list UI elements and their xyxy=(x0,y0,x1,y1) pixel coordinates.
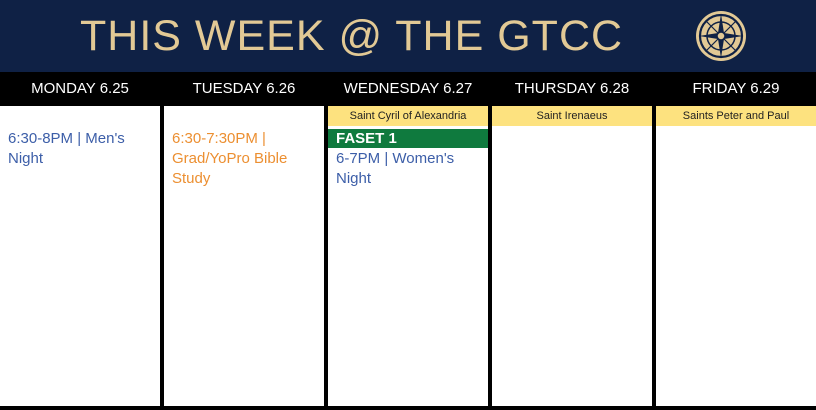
day-body: 6:30-8PM | Men's Night xyxy=(0,106,160,406)
day-body: Saint Irenaeus xyxy=(492,106,652,406)
day-body: Saints Peter and Paul xyxy=(656,106,816,406)
day-body: 6:30-7:30PM | Grad/YoPro Bible Study xyxy=(164,106,324,406)
day-header: MONDAY 6.25 xyxy=(0,72,160,106)
page-title: THIS WEEK @ THE GTCC xyxy=(80,12,624,60)
day-header: FRIDAY 6.29 xyxy=(656,72,816,106)
highlight-event-bar[interactable]: FASET 1 xyxy=(328,129,488,148)
day-header: TUESDAY 6.26 xyxy=(164,72,324,106)
compass-rose-icon xyxy=(696,11,746,61)
header-banner: THIS WEEK @ THE GTCC xyxy=(0,0,816,72)
event-mens-night[interactable]: 6:30-8PM | Men's Night xyxy=(8,129,154,169)
day-column-friday: FRIDAY 6.29 Saints Peter and Paul xyxy=(656,72,816,406)
event-womens-night[interactable]: 6-7PM | Women's Night xyxy=(336,149,482,189)
day-header: WEDNESDAY 6.27 xyxy=(328,72,488,106)
event-bible-study[interactable]: 6:30-7:30PM | Grad/YoPro Bible Study xyxy=(172,129,318,189)
day-column-tuesday: TUESDAY 6.26 6:30-7:30PM | Grad/YoPro Bi… xyxy=(164,72,324,406)
feast-day-banner: Saint Cyril of Alexandria xyxy=(328,106,488,126)
day-column-thursday: THURSDAY 6.28 Saint Irenaeus xyxy=(492,72,652,406)
day-column-monday: MONDAY 6.25 6:30-8PM | Men's Night xyxy=(0,72,160,406)
day-header: THURSDAY 6.28 xyxy=(492,72,652,106)
day-column-wednesday: WEDNESDAY 6.27 Saint Cyril of Alexandria… xyxy=(328,72,488,406)
feast-day-banner: Saint Irenaeus xyxy=(492,106,652,126)
feast-day-banner: Saints Peter and Paul xyxy=(656,106,816,126)
day-body: Saint Cyril of Alexandria FASET 1 6-7PM … xyxy=(328,106,488,406)
